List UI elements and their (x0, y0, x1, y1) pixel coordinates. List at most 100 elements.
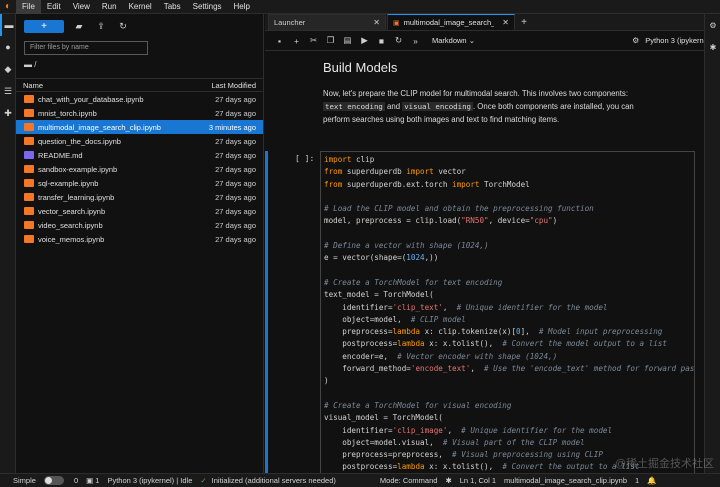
column-name[interactable]: Name (23, 81, 211, 90)
file-row[interactable]: transfer_learning.ipynb 27 days ago (16, 190, 263, 204)
close-icon[interactable]: ✕ (502, 18, 509, 27)
kernel-name[interactable]: ⚙ Python 3 (ipykernel) (632, 36, 712, 45)
file-row[interactable]: sandbox-example.ipynb 27 days ago (16, 162, 263, 176)
kernel-count[interactable]: ▣ 1 (86, 476, 99, 485)
new-folder-icon[interactable]: ▰ (72, 21, 86, 32)
new-launcher-button[interactable]: + (24, 19, 64, 33)
toc-icon[interactable]: ☰ (0, 80, 16, 102)
file-name: voice_memos.ipynb (38, 234, 105, 244)
copy-icon[interactable]: ❐ (322, 35, 339, 46)
inline-code-text-encoding: text encoding (323, 102, 385, 111)
file-row[interactable]: question_the_docs.ipynb 27 days ago (16, 134, 263, 148)
file-modified: 27 days ago (215, 94, 256, 104)
cell-prompt: [ ]: (295, 154, 315, 163)
git-icon[interactable]: ◆ (0, 58, 16, 80)
file-name: chat_with_your_database.ipynb (38, 94, 144, 104)
filter-files-input[interactable]: Filter files by name (24, 41, 148, 55)
property-inspector-icon[interactable]: ⚙ (705, 14, 720, 36)
insert-cell-icon[interactable]: + (288, 36, 305, 46)
file-name: question_the_docs.ipynb (38, 136, 121, 146)
cut-icon[interactable]: ✂ (305, 35, 322, 46)
markdown-paragraph: Now, let's prepare the CLIP model for mu… (323, 87, 703, 126)
file-row[interactable]: chat_with_your_database.ipynb 27 days ag… (16, 92, 263, 106)
paste-icon[interactable]: ▤ (339, 35, 356, 46)
breadcrumb-path[interactable]: / (34, 60, 36, 69)
close-icon[interactable]: ✕ (373, 18, 380, 27)
menu-help[interactable]: Help (228, 0, 256, 14)
menu-file[interactable]: File (16, 0, 41, 14)
menu-settings[interactable]: Settings (187, 0, 228, 14)
para-text-3: perform searches using both images and t… (323, 115, 560, 124)
menu-kernel[interactable]: Kernel (123, 0, 158, 14)
file-row-selected[interactable]: multimodal_image_search_clip.ipynb 3 min… (16, 120, 263, 134)
bell-icon[interactable]: 🔔 (647, 476, 656, 485)
file-list-header: Name Last Modified (16, 78, 263, 92)
file-modified: 27 days ago (215, 150, 256, 160)
file-name: README.md (38, 150, 83, 160)
inline-code-visual-encoding: visual encoding (402, 102, 473, 111)
menu-bar: ◐ File Edit View Run Kernel Tabs Setting… (0, 0, 720, 14)
file-modified: 27 days ago (215, 206, 256, 216)
upload-icon[interactable]: ⇪ (94, 21, 108, 32)
tab-notebook[interactable]: ▣ multimodal_image_search_ ✕ (387, 14, 515, 30)
breadcrumb[interactable]: ▬ / (24, 60, 263, 72)
refresh-icon[interactable]: ↻ (116, 21, 130, 32)
para-text-1: Now, let's prepare the CLIP model for mu… (323, 89, 628, 98)
bug-icon[interactable]: ✱ (445, 476, 451, 485)
cursor-position[interactable]: Ln 1, Col 1 (460, 476, 496, 485)
lsp-status[interactable]: Initialized (additional servers needed) (212, 476, 336, 485)
debugger-icon[interactable]: ✱ (705, 36, 720, 58)
menu-tabs[interactable]: Tabs (158, 0, 187, 14)
stop-icon[interactable]: ■ (373, 36, 390, 46)
file-modified: 27 days ago (215, 164, 256, 174)
markdown-cell[interactable]: Build Models Now, let's prepare the CLIP… (323, 60, 703, 126)
notebook-content: Build Models Now, let's prepare the CLIP… (265, 52, 720, 473)
file-row[interactable]: README.md 27 days ago (16, 148, 263, 162)
left-activity-bar: ▬ ● ◆ ☰ ✚ (0, 14, 16, 473)
notebook-icon (24, 123, 34, 131)
folder-icon[interactable]: ▬ (0, 14, 16, 36)
menu-edit[interactable]: Edit (41, 0, 67, 14)
run-icon[interactable]: ▶ (356, 35, 373, 46)
status-bar: Simple 0 ▣ 1 Python 3 (ipykernel) | Idle… (0, 473, 720, 487)
file-row[interactable]: vector_search.ipynb 27 days ago (16, 204, 263, 218)
fast-forward-icon[interactable]: » (407, 36, 424, 46)
file-row[interactable]: mnist_torch.ipynb 27 days ago (16, 106, 263, 120)
menu-view[interactable]: View (67, 0, 96, 14)
simple-mode-toggle[interactable] (43, 476, 64, 485)
kernel-label: Python 3 (ipykernel) (645, 36, 712, 45)
file-name: transfer_learning.ipynb (38, 192, 115, 202)
simple-mode-label: Simple (13, 476, 36, 485)
kernel-status[interactable]: Python 3 (ipykernel) | Idle (107, 476, 192, 485)
file-row[interactable]: voice_memos.ipynb 27 days ago (16, 232, 263, 246)
jupyter-logo-icon: ◐ (4, 1, 12, 12)
restart-icon[interactable]: ↻ (390, 35, 407, 46)
status-filename: multimodal_image_search_clip.ipynb (504, 476, 627, 485)
file-row[interactable]: video_search.ipynb 27 days ago (16, 218, 263, 232)
file-modified: 27 days ago (215, 192, 256, 202)
notebook-tab-icon: ▣ (393, 19, 400, 27)
column-last-modified[interactable]: Last Modified (211, 81, 256, 90)
watermark-text: @稀土掘金技术社区 (614, 458, 714, 470)
save-icon[interactable]: ▪ (271, 36, 288, 46)
terminal-count[interactable]: 0 (74, 476, 78, 485)
add-tab-button[interactable]: + (516, 14, 532, 30)
notebook-icon (24, 207, 34, 215)
code-cell[interactable]: [ ]: import clip from superduperdb impor… (265, 151, 695, 473)
cell-type-value: Markdown (432, 36, 467, 45)
notebook-icon (24, 137, 34, 145)
running-icon[interactable]: ● (0, 36, 16, 58)
file-modified: 27 days ago (215, 136, 256, 146)
file-name: video_search.ipynb (38, 220, 103, 230)
menu-run[interactable]: Run (96, 0, 123, 14)
file-row[interactable]: sql-example.ipynb 27 days ago (16, 176, 263, 190)
file-modified: 27 days ago (215, 108, 256, 118)
tab-bar: Launcher ✕ ▣ multimodal_image_search_ ✕ … (265, 14, 720, 31)
cell-type-select[interactable]: Markdown ⌄ (432, 36, 475, 45)
extension-icon[interactable]: ✚ (0, 102, 16, 124)
notebook-icon (24, 179, 34, 187)
code-editor[interactable]: import clip from superduperdb import vec… (320, 151, 695, 473)
tab-launcher[interactable]: Launcher ✕ (268, 14, 386, 30)
markdown-icon (24, 151, 34, 159)
tab-label: Launcher (274, 18, 306, 27)
